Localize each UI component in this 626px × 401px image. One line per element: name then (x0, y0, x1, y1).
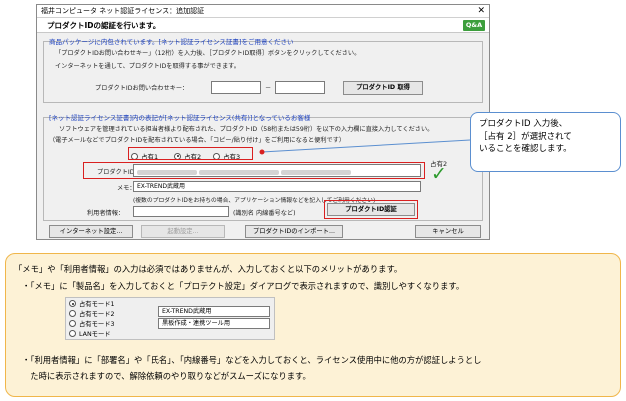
close-icon[interactable]: ✕ (477, 5, 485, 18)
get-product-id-button[interactable]: プロダクトID 取得 (343, 81, 423, 95)
callout-line1: プロダクトID 入力後、 (479, 119, 568, 129)
title-bar: 福井コンピュータ ネット認証ライセンス：追加認証 ✕ (37, 5, 489, 18)
note-line1: 「メモ」や「利用者情報」の入力は必須ではありませんが、入力しておくと以下のメリッ… (14, 264, 403, 274)
key-label: プロダクトIDお問い合わせキー： (95, 85, 189, 92)
radio-label: LANモード (79, 331, 111, 338)
example-memo-2: 黒板作成・連携ツール用 (158, 318, 270, 329)
window-title: 福井コンピュータ ネット認証ライセンス：追加認証 (41, 7, 205, 15)
note-panel: 「メモ」や「利用者情報」の入力は必須ではありませんが、入力しておくと以下のメリッ… (5, 253, 621, 397)
radio-dot (69, 320, 76, 327)
key-dash: － (265, 85, 272, 92)
callout-line2: ［占有 2］が選択されて (479, 131, 572, 142)
cancel-button[interactable]: キャンセル (415, 225, 481, 238)
radio-dot (69, 310, 76, 317)
user-info-hint: (識別名 内線番号など) (233, 210, 296, 217)
callout-box: プロダクトID 入力後、 ［占有 2］が選択されて いることを確認します。 (470, 112, 621, 172)
startup-settings-button[interactable]: 起動設定... (141, 225, 225, 238)
product-id-highlight (83, 162, 425, 179)
protect-dialog-example: 占有モード1 占有モード2 占有モード3 LANモード EX-TREND武蔵用 … (65, 297, 275, 340)
key-input-2[interactable] (275, 81, 325, 94)
example-radio-1: 占有モード1 (69, 299, 115, 308)
auth-button-highlight (324, 200, 418, 219)
shared-line1: ソフトウェアを管理されている担当者様より配布された、プロダクトID（58桁または… (59, 126, 434, 133)
user-info-label: 利用者情報： (87, 210, 125, 217)
package-group-title: 商品パッケージに内包されています。[ネット認証ライセンス証書]をご用意ください (49, 38, 294, 46)
radio-highlight (128, 147, 253, 160)
import-product-id-button[interactable]: プロダクトIDのインポート... (245, 225, 343, 238)
example-radio-4: LANモード (69, 329, 111, 338)
radio-label: 占有モード2 (79, 311, 115, 318)
radio-label: 占有モード1 (79, 301, 115, 308)
shared-group-title: [ネット認証ライセンス証書]内の表記が[ネット認証ライセンス(共有)]となってい… (49, 114, 311, 122)
page-heading: プロダクトIDの認証を行います。 (47, 21, 161, 30)
dialog-window: 福井コンピュータ ネット認証ライセンス：追加認証 ✕ プロダクトIDの認証を行い… (36, 4, 490, 240)
key-input-1[interactable] (211, 81, 261, 94)
qa-button[interactable]: Q&A (463, 20, 485, 31)
callout-line3: いることを確認します。 (479, 144, 572, 154)
screenshot: 福井コンピュータ ネット認証ライセンス：追加認証 ✕ プロダクトIDの認証を行い… (0, 0, 626, 401)
internet-settings-button[interactable]: インターネット設定... (49, 225, 133, 238)
shared-line2: （電子メールなどでプロダクトIDを配布されている場合、「コピー/貼り付け」をご利… (49, 137, 346, 144)
note-line4: た時に表示されますので、解除依頼のやり取りなどがスムーズになります。 (22, 371, 311, 381)
memo-input[interactable]: EX-TREND武蔵用 (133, 181, 421, 192)
example-radio-3: 占有モード3 (69, 319, 115, 328)
package-line1: 「プロダクトIDお問い合わせキー」（12桁）を入力後、［プロダクトID取得］ボタ… (55, 50, 361, 57)
package-line2: インターネットを通して、プロダクトIDを取得する事ができます。 (55, 63, 240, 70)
example-radio-2: 占有モード2 (69, 309, 115, 318)
user-info-input[interactable] (133, 206, 229, 217)
radio-label: 占有モード3 (79, 321, 115, 328)
radio-dot (69, 330, 76, 337)
example-memo-1: EX-TREND武蔵用 (158, 306, 270, 317)
note-line3: ・「利用者情報」に「部署名」や「氏名」、「内線番号」などを入力しておくと、ライセ… (22, 355, 482, 365)
radio-dot-selected (69, 300, 76, 307)
page-heading-row: プロダクトIDの認証を行います。 Q&A (37, 18, 489, 33)
check-icon: ✓ (431, 163, 447, 185)
note-line2: ・「メモ」に「製品名」を入力しておくと「プロテクト設定」ダイアログで表示されます… (22, 281, 465, 291)
